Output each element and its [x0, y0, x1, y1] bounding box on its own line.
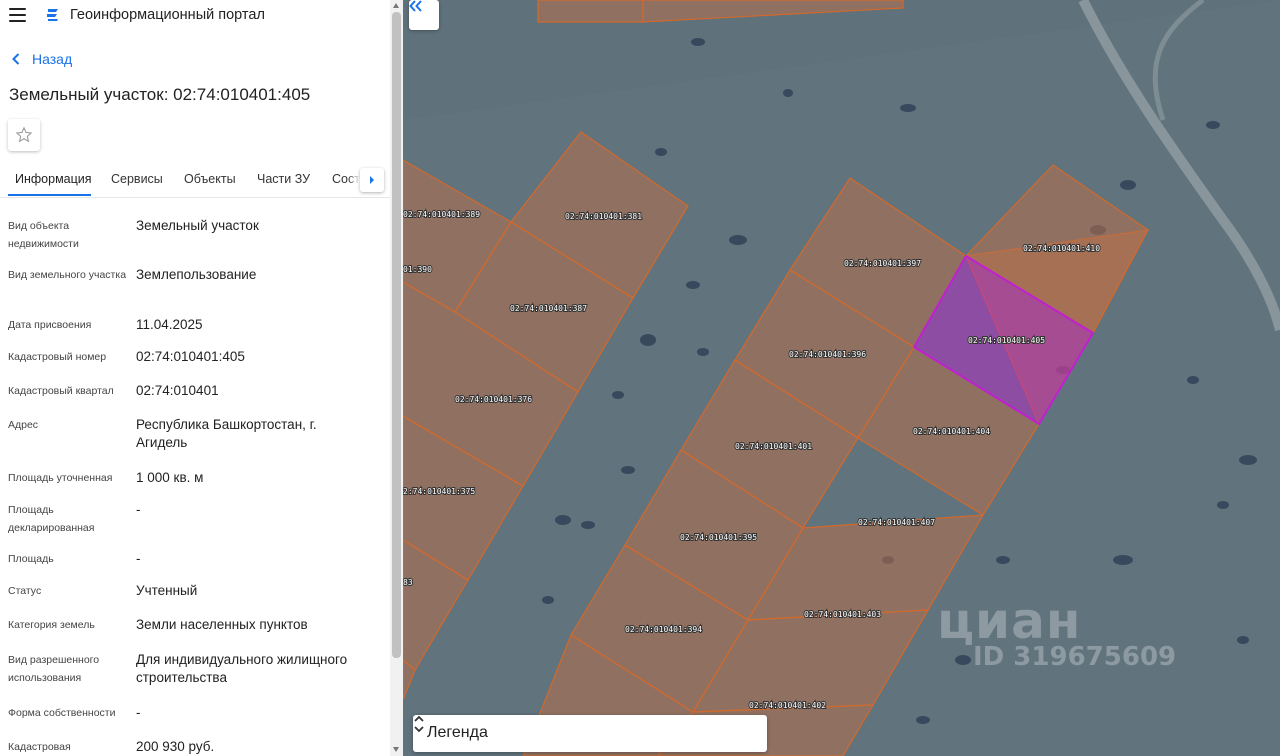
star-icon — [15, 126, 33, 143]
info-panel: Геоинформационный портал Назад Земельный… — [0, 0, 390, 756]
parcel-label: 02:74:010401:389 — [403, 210, 480, 219]
watermark-id: ID 319675609 — [973, 642, 1177, 672]
watermark: циан ID 319675609 — [937, 592, 1176, 672]
app-title: Геоинформационный портал — [70, 7, 265, 23]
parcel-label: 02:74:010401:410 — [1023, 244, 1100, 253]
property-value: 1 000 кв. м — [136, 470, 204, 485]
scroll-up-arrow[interactable] — [393, 3, 399, 8]
property-label: Кадастровая — [8, 741, 71, 753]
property-label: Дата присвоения — [8, 319, 92, 331]
parcel-label: 02:74:010401:376 — [455, 395, 532, 404]
property-label: Категория земель — [8, 619, 95, 631]
page-title: Земельный участок: 02:74:010401:405 — [9, 85, 311, 104]
property-label: Вид объекта недвижимости — [8, 220, 79, 250]
property-value: Земли населенных пунктов — [136, 617, 308, 632]
parcel-label: 02:74:010401:401 — [735, 442, 812, 451]
parcel-label: 83 — [403, 578, 413, 587]
property-value: 11.04.2025 — [136, 317, 203, 332]
property-value: Земельный участок — [136, 218, 259, 233]
legend-label: Легенда — [427, 724, 488, 741]
parcel-label: 02:74:010401:402 — [749, 701, 826, 710]
favorite-button[interactable] — [8, 119, 40, 151]
property-value: Республика Башкортостан, г. Агидель — [136, 417, 317, 450]
parcel-label: 02:74:010401:405 — [968, 336, 1045, 345]
property-label: Вид разрешенного использования — [8, 654, 100, 684]
property-value: 200 930 руб. — [136, 739, 215, 754]
parcel-label: 02:74:010401:397 — [844, 259, 921, 268]
tab-information[interactable]: Информация — [15, 172, 92, 186]
scrollbar-thumb[interactable] — [392, 12, 401, 658]
property-value: - — [136, 705, 141, 720]
property-label: Площадь — [8, 553, 54, 565]
tab-bar: Информация Сервисы Объекты Части ЗУ Сост… — [0, 163, 390, 198]
parcel-label: 02:74:010401:381 — [565, 212, 642, 221]
tab-objects[interactable]: Объекты — [184, 172, 236, 186]
property-value: - — [136, 502, 141, 517]
property-label: Кадастровый квартал — [8, 385, 114, 397]
parcel-label: 02:74:010401:404 — [913, 427, 990, 436]
property-label: Кадастровый номер — [8, 351, 107, 363]
tab-services[interactable]: Сервисы — [111, 172, 163, 186]
tab-parts[interactable]: Части ЗУ — [257, 172, 310, 186]
property-label: Статус — [8, 585, 42, 597]
parcel-label: 02:74:010401:387 — [510, 304, 587, 313]
parcel-label: 02:74:010401:395 — [680, 533, 757, 542]
parcel-label: 02:74:010401:407 — [858, 518, 935, 527]
tabs-scroll-right-button[interactable] — [360, 168, 384, 192]
parcel-label: 02:74:010401:396 — [789, 350, 866, 359]
top-bar: Геоинформационный портал — [0, 0, 390, 32]
property-value: - — [136, 551, 141, 566]
chevron-left-icon — [12, 53, 20, 65]
back-link[interactable]: Назад — [12, 51, 72, 67]
scroll-down-arrow[interactable] — [393, 747, 399, 752]
double-chevron-left-icon — [409, 0, 422, 12]
parcel-label: 01:390 — [403, 265, 432, 274]
map-view[interactable]: 02:74:010401:389 02:74:010401:381 01:390 02… — [403, 0, 1280, 756]
parcel-label: 02:74:010401:394 — [625, 625, 702, 634]
property-label: Форма собственности — [8, 707, 116, 719]
property-label: Площадь уточненная — [8, 472, 113, 484]
property-value: Учтенный — [136, 583, 198, 598]
collapse-panel-button[interactable] — [409, 0, 439, 30]
back-label: Назад — [32, 51, 73, 67]
caret-right-icon — [370, 176, 374, 184]
property-value: 02:74:010401 — [136, 383, 219, 398]
portal-logo-icon — [47, 9, 58, 21]
legend-dropdown[interactable]: Легенда — [413, 715, 767, 752]
parcel[interactable] — [537, 0, 644, 23]
parcel-label: 2:74:010401:375 — [403, 487, 475, 496]
property-label: Адрес — [8, 419, 39, 431]
property-value: Землепользование — [136, 267, 257, 282]
property-value: 02:74:010401:405 — [136, 349, 245, 364]
property-label: Вид земельного участка — [8, 269, 127, 281]
property-value: Для индивидуального жилищного строительс… — [136, 652, 348, 685]
panel-scrollbar[interactable] — [390, 0, 403, 756]
chevron-up-down-icon — [414, 715, 424, 733]
property-label: Площадь декларированная — [8, 504, 95, 534]
active-tab-indicator — [8, 194, 91, 196]
menu-icon[interactable] — [9, 8, 26, 22]
parcel-label: 02:74:010401:403 — [804, 610, 881, 619]
